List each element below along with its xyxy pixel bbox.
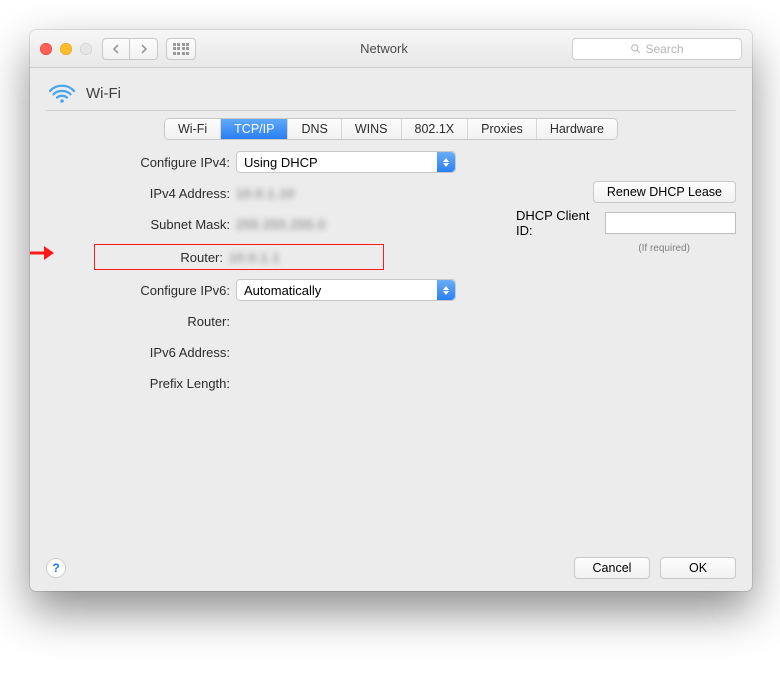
subnet-mask-value: 255.255.255.0 [236, 217, 326, 232]
ipv6-router-label: Router: [96, 314, 236, 329]
router-row-highlight: Router: 10.0.1.1 [94, 244, 384, 270]
network-window: Network Search Wi-Fi Wi-Fi TCP/IP DNS WI… [30, 30, 752, 591]
tab-hardware[interactable]: Hardware [537, 119, 617, 139]
configure-ipv4-label: Configure IPv4: [96, 155, 236, 170]
configure-ipv4-value: Using DHCP [244, 155, 318, 170]
show-all-button[interactable] [166, 38, 196, 60]
prefix-length-label: Prefix Length: [96, 376, 236, 391]
search-input[interactable]: Search [572, 38, 742, 60]
subnet-mask-label: Subnet Mask: [96, 217, 236, 232]
configure-ipv6-value: Automatically [244, 283, 321, 298]
tab-tcpip[interactable]: TCP/IP [221, 119, 288, 139]
tab-8021x[interactable]: 802.1X [402, 119, 469, 139]
configure-ipv6-label: Configure IPv6: [96, 283, 236, 298]
divider [46, 110, 736, 111]
select-arrows-icon [437, 152, 455, 172]
tab-dns[interactable]: DNS [288, 119, 341, 139]
zoom-window-button [80, 43, 92, 55]
router-label: Router: [95, 250, 229, 265]
ipv4-address-label: IPv4 Address: [96, 186, 236, 201]
help-button[interactable]: ? [46, 558, 66, 578]
ipv4-address-value: 10.0.1.10 [236, 186, 295, 201]
annotation-arrow [30, 243, 56, 263]
search-icon [630, 43, 641, 54]
configure-ipv6-select[interactable]: Automatically [236, 279, 456, 301]
tab-wins[interactable]: WINS [342, 119, 402, 139]
dhcp-client-id-label: DHCP Client ID: [516, 208, 599, 238]
select-arrows-icon [437, 280, 455, 300]
tab-wifi[interactable]: Wi-Fi [165, 119, 221, 139]
tab-proxies[interactable]: Proxies [468, 119, 537, 139]
router-value: 10.0.1.1 [229, 250, 280, 265]
tabstrip: Wi-Fi TCP/IP DNS WINS 802.1X Proxies Har… [165, 119, 617, 139]
close-window-button[interactable] [40, 43, 52, 55]
dhcp-client-id-input[interactable] [605, 212, 736, 234]
nav-back-forward [102, 38, 158, 60]
ok-button[interactable]: OK [660, 557, 736, 579]
configure-ipv4-select[interactable]: Using DHCP [236, 151, 456, 173]
interface-name: Wi-Fi [86, 85, 121, 102]
traffic-lights [40, 43, 92, 55]
dhcp-client-id-hint: (If required) [638, 243, 690, 254]
cancel-button[interactable]: Cancel [574, 557, 650, 579]
ipv6-address-label: IPv6 Address: [96, 345, 236, 360]
titlebar: Network Search [30, 30, 752, 68]
wifi-icon [48, 82, 76, 104]
back-button[interactable] [102, 38, 130, 60]
grid-icon [173, 43, 190, 55]
search-placeholder: Search [645, 42, 683, 56]
forward-button[interactable] [130, 38, 158, 60]
renew-dhcp-lease-button[interactable]: Renew DHCP Lease [593, 181, 736, 203]
window-title: Network [196, 41, 572, 56]
minimize-window-button[interactable] [60, 43, 72, 55]
